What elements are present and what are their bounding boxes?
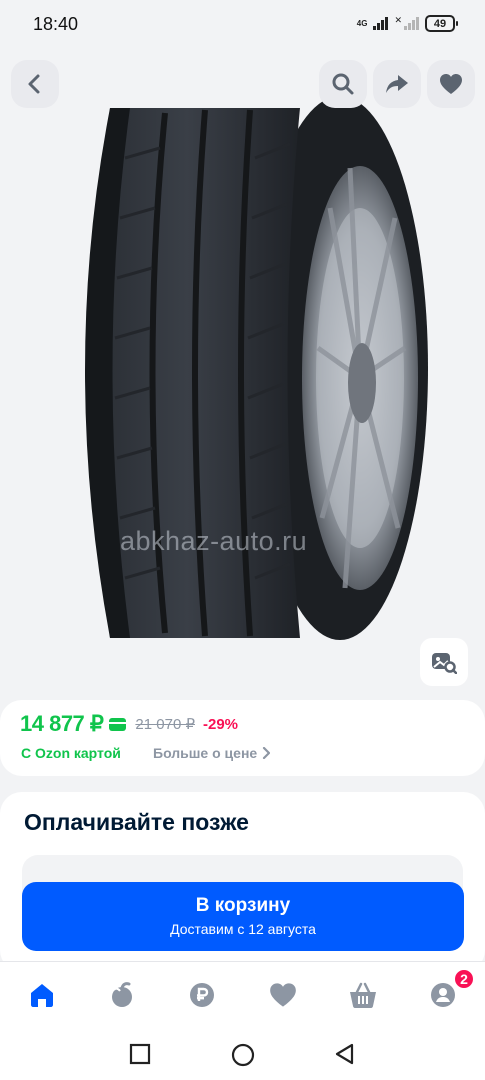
back-button[interactable] [11, 60, 59, 108]
watermark: abkhaz-auto.ru [120, 526, 308, 556]
signal-2-icon [404, 17, 419, 30]
nav-home[interactable] [27, 980, 57, 1010]
current-price: 14 877 ₽ [20, 711, 104, 736]
ozon-card-icon [109, 717, 127, 731]
heart-icon [440, 74, 462, 94]
add-to-cart-label: В корзину [195, 895, 291, 916]
status-bar: 18:40 4G ✕ 49 [0, 0, 485, 48]
nav-fresh[interactable] [107, 980, 137, 1010]
more-about-price-link[interactable]: Больше о цене [153, 745, 271, 761]
share-arrow-icon [386, 75, 408, 93]
profile-icon [431, 983, 455, 1007]
search-icon [332, 73, 354, 95]
network-type: 4G [356, 18, 368, 28]
nav-finance[interactable] [187, 980, 217, 1010]
back-triangle-icon[interactable] [334, 1043, 356, 1065]
similar-search-icon [432, 653, 457, 674]
product-image-gallery[interactable]: abkhaz-auto.ru [0, 48, 485, 695]
price-card: 14 877 ₽ 21 070 ₽ -29% С Ozon картой Бол… [0, 700, 485, 776]
delivery-date: Доставим с 12 августа [170, 921, 316, 937]
fresh-apple-icon [112, 982, 132, 1007]
status-icons: 4G ✕ 49 [356, 15, 458, 32]
similar-products-button[interactable] [420, 638, 468, 686]
old-price: 21 070 ₽ [135, 716, 195, 733]
tire-image [85, 96, 428, 640]
nav-favorites[interactable] [268, 980, 298, 1010]
pay-later-title: Оплачивайте позже [24, 809, 249, 835]
recent-apps-icon[interactable] [129, 1043, 151, 1065]
battery-icon: 49 [425, 15, 458, 32]
discount-badge: -29% [203, 715, 239, 733]
add-to-cart-button[interactable]: В корзину Доставим с 12 августа [22, 882, 464, 951]
nav-cart[interactable] [348, 980, 378, 1010]
ozon-card-label: С Ozon картой [21, 745, 121, 761]
favorite-button[interactable] [427, 60, 475, 108]
home-icon [31, 984, 53, 1007]
bottom-navigation: 2 [0, 961, 485, 1031]
cart-basket-icon [350, 982, 376, 1008]
signal-icon [373, 17, 389, 30]
system-navigation-bar [0, 1031, 485, 1080]
chevron-left-icon [28, 74, 40, 94]
home-circle-icon[interactable] [231, 1043, 255, 1067]
share-button[interactable] [373, 60, 421, 108]
price-row: 14 877 ₽ 21 070 ₽ -29% [20, 711, 238, 737]
profile-badge: 2 [453, 968, 475, 990]
heart-icon [270, 983, 296, 1007]
more-about-price-label: Больше о цене [153, 745, 258, 761]
no-signal-icon: ✕ [394, 15, 402, 25]
search-button[interactable] [319, 60, 367, 108]
ruble-icon [190, 983, 214, 1007]
battery-level: 49 [433, 17, 447, 30]
chevron-right-icon [263, 747, 271, 759]
status-time: 18:40 [33, 14, 79, 34]
